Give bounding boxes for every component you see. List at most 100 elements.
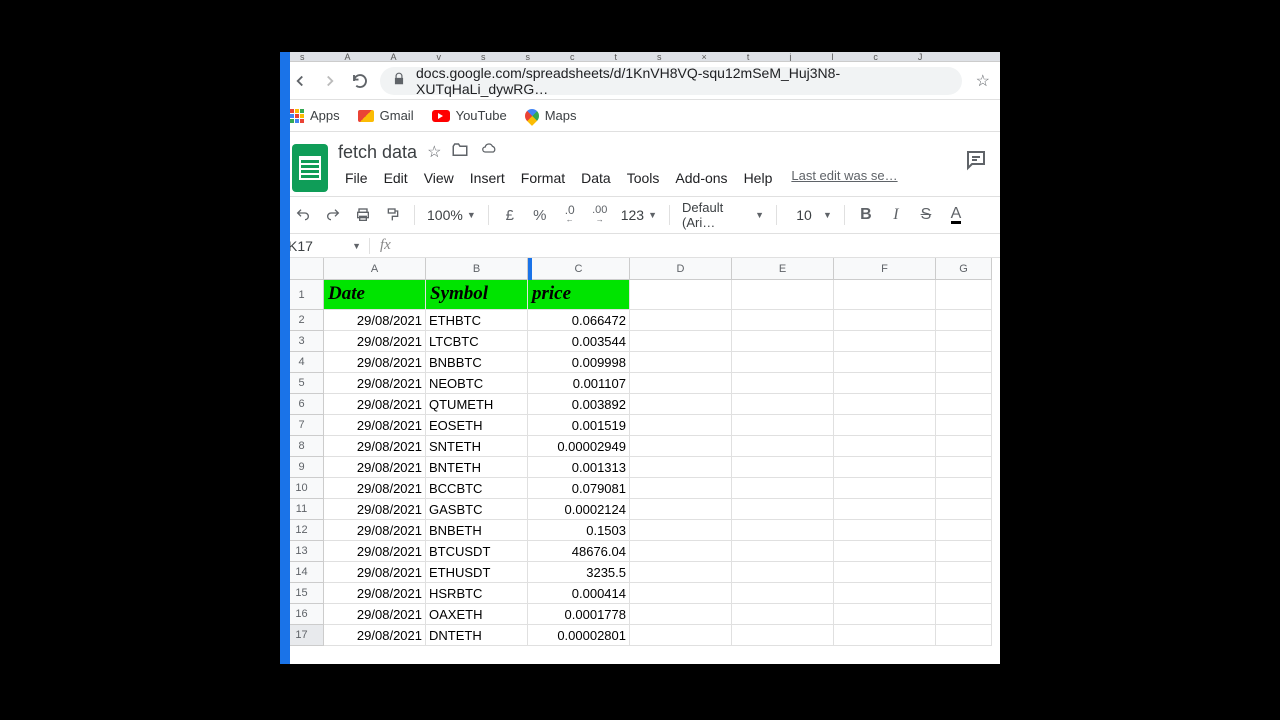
tab-strip[interactable]: sAAvsscts×tjlcJ: [280, 52, 1000, 62]
cell-price[interactable]: 0.0001778: [528, 604, 630, 625]
zoom-select[interactable]: 100%▼: [423, 207, 480, 223]
cell[interactable]: [732, 394, 834, 415]
cell[interactable]: [630, 583, 732, 604]
cell[interactable]: [732, 541, 834, 562]
text-color-button[interactable]: A: [943, 202, 969, 228]
cell-symbol[interactable]: BNTETH: [426, 457, 528, 478]
cell[interactable]: [834, 436, 936, 457]
cell-symbol[interactable]: BNBETH: [426, 520, 528, 541]
cell-date[interactable]: 29/08/2021: [324, 457, 426, 478]
cell[interactable]: [732, 583, 834, 604]
cell[interactable]: [936, 280, 992, 310]
cell[interactable]: [834, 373, 936, 394]
col-header-g[interactable]: G: [936, 258, 992, 280]
cell-price[interactable]: 0.066472: [528, 310, 630, 331]
menu-edit[interactable]: Edit: [377, 168, 415, 188]
cell[interactable]: [732, 373, 834, 394]
cell-header-date[interactable]: Date: [324, 280, 426, 310]
cell-symbol[interactable]: QTUMETH: [426, 394, 528, 415]
decrease-decimal-button[interactable]: .0←: [557, 202, 583, 228]
cell[interactable]: [936, 520, 992, 541]
cell[interactable]: [630, 499, 732, 520]
cell[interactable]: [732, 352, 834, 373]
cell[interactable]: [630, 541, 732, 562]
cell[interactable]: [732, 280, 834, 310]
cell[interactable]: [936, 499, 992, 520]
cell-symbol[interactable]: GASBTC: [426, 499, 528, 520]
youtube-bookmark[interactable]: YouTube: [432, 108, 507, 123]
name-box[interactable]: K17▼: [280, 238, 370, 254]
cell-symbol[interactable]: LTCBTC: [426, 331, 528, 352]
cell[interactable]: [834, 457, 936, 478]
apps-bookmark[interactable]: Apps: [290, 108, 340, 123]
cell-price[interactable]: 3235.5: [528, 562, 630, 583]
cell[interactable]: [834, 541, 936, 562]
cell[interactable]: [936, 394, 992, 415]
cell-price[interactable]: 0.0002124: [528, 499, 630, 520]
cell-symbol[interactable]: OAXETH: [426, 604, 528, 625]
cell-symbol[interactable]: SNTETH: [426, 436, 528, 457]
url-bar[interactable]: docs.google.com/spreadsheets/d/1KnVH8VQ-…: [380, 67, 962, 95]
cell[interactable]: [630, 373, 732, 394]
cell[interactable]: [936, 310, 992, 331]
more-formats-button[interactable]: 123▼: [617, 207, 661, 223]
cell[interactable]: [936, 331, 992, 352]
formula-input[interactable]: [401, 234, 1000, 257]
cell[interactable]: [936, 373, 992, 394]
cell[interactable]: [834, 583, 936, 604]
increase-decimal-button[interactable]: .00→: [587, 202, 613, 228]
sheets-logo-icon[interactable]: [292, 144, 328, 192]
menu-format[interactable]: Format: [514, 168, 572, 188]
cell-price[interactable]: 0.001107: [528, 373, 630, 394]
cell[interactable]: [936, 562, 992, 583]
cell-date[interactable]: 29/08/2021: [324, 604, 426, 625]
cell[interactable]: [936, 583, 992, 604]
cell-date[interactable]: 29/08/2021: [324, 373, 426, 394]
menu-addons[interactable]: Add-ons: [668, 168, 734, 188]
cell[interactable]: [630, 457, 732, 478]
cell[interactable]: [630, 310, 732, 331]
cell[interactable]: [936, 352, 992, 373]
star-icon[interactable]: ☆: [427, 142, 441, 162]
italic-button[interactable]: I: [883, 202, 909, 228]
cell-date[interactable]: 29/08/2021: [324, 310, 426, 331]
cell-price[interactable]: 0.001519: [528, 415, 630, 436]
cell[interactable]: [732, 499, 834, 520]
menu-data[interactable]: Data: [574, 168, 618, 188]
menu-help[interactable]: Help: [737, 168, 780, 188]
cell[interactable]: [732, 310, 834, 331]
cell-price[interactable]: 0.003892: [528, 394, 630, 415]
comments-icon[interactable]: [964, 148, 988, 177]
cell-symbol[interactable]: DNTETH: [426, 625, 528, 646]
cell[interactable]: [630, 436, 732, 457]
cell[interactable]: [834, 310, 936, 331]
print-button[interactable]: [350, 202, 376, 228]
cell-symbol[interactable]: BCCBTC: [426, 478, 528, 499]
cell[interactable]: [732, 625, 834, 646]
cell-price[interactable]: 0.003544: [528, 331, 630, 352]
back-button[interactable]: [290, 71, 310, 91]
maps-bookmark[interactable]: Maps: [525, 108, 577, 123]
move-icon[interactable]: [451, 141, 469, 164]
cell-header-price[interactable]: price: [528, 280, 630, 310]
cell[interactable]: [834, 499, 936, 520]
cell[interactable]: [936, 457, 992, 478]
cell-price[interactable]: 0.1503: [528, 520, 630, 541]
currency-button[interactable]: £: [497, 202, 523, 228]
cell[interactable]: [834, 604, 936, 625]
gmail-bookmark[interactable]: Gmail: [358, 108, 414, 123]
font-select[interactable]: Default (Ari…▼: [678, 200, 768, 230]
reload-button[interactable]: [350, 71, 370, 91]
font-size-select[interactable]: 10▼: [785, 207, 836, 223]
cell[interactable]: [630, 562, 732, 583]
cell[interactable]: [630, 625, 732, 646]
bold-button[interactable]: B: [853, 202, 879, 228]
cell[interactable]: [732, 478, 834, 499]
cell-price[interactable]: 0.00002801: [528, 625, 630, 646]
cell[interactable]: [732, 457, 834, 478]
cell[interactable]: [732, 562, 834, 583]
cell-date[interactable]: 29/08/2021: [324, 331, 426, 352]
last-edit-link[interactable]: Last edit was se…: [791, 168, 897, 188]
cell-price[interactable]: 48676.04: [528, 541, 630, 562]
menu-insert[interactable]: Insert: [463, 168, 512, 188]
